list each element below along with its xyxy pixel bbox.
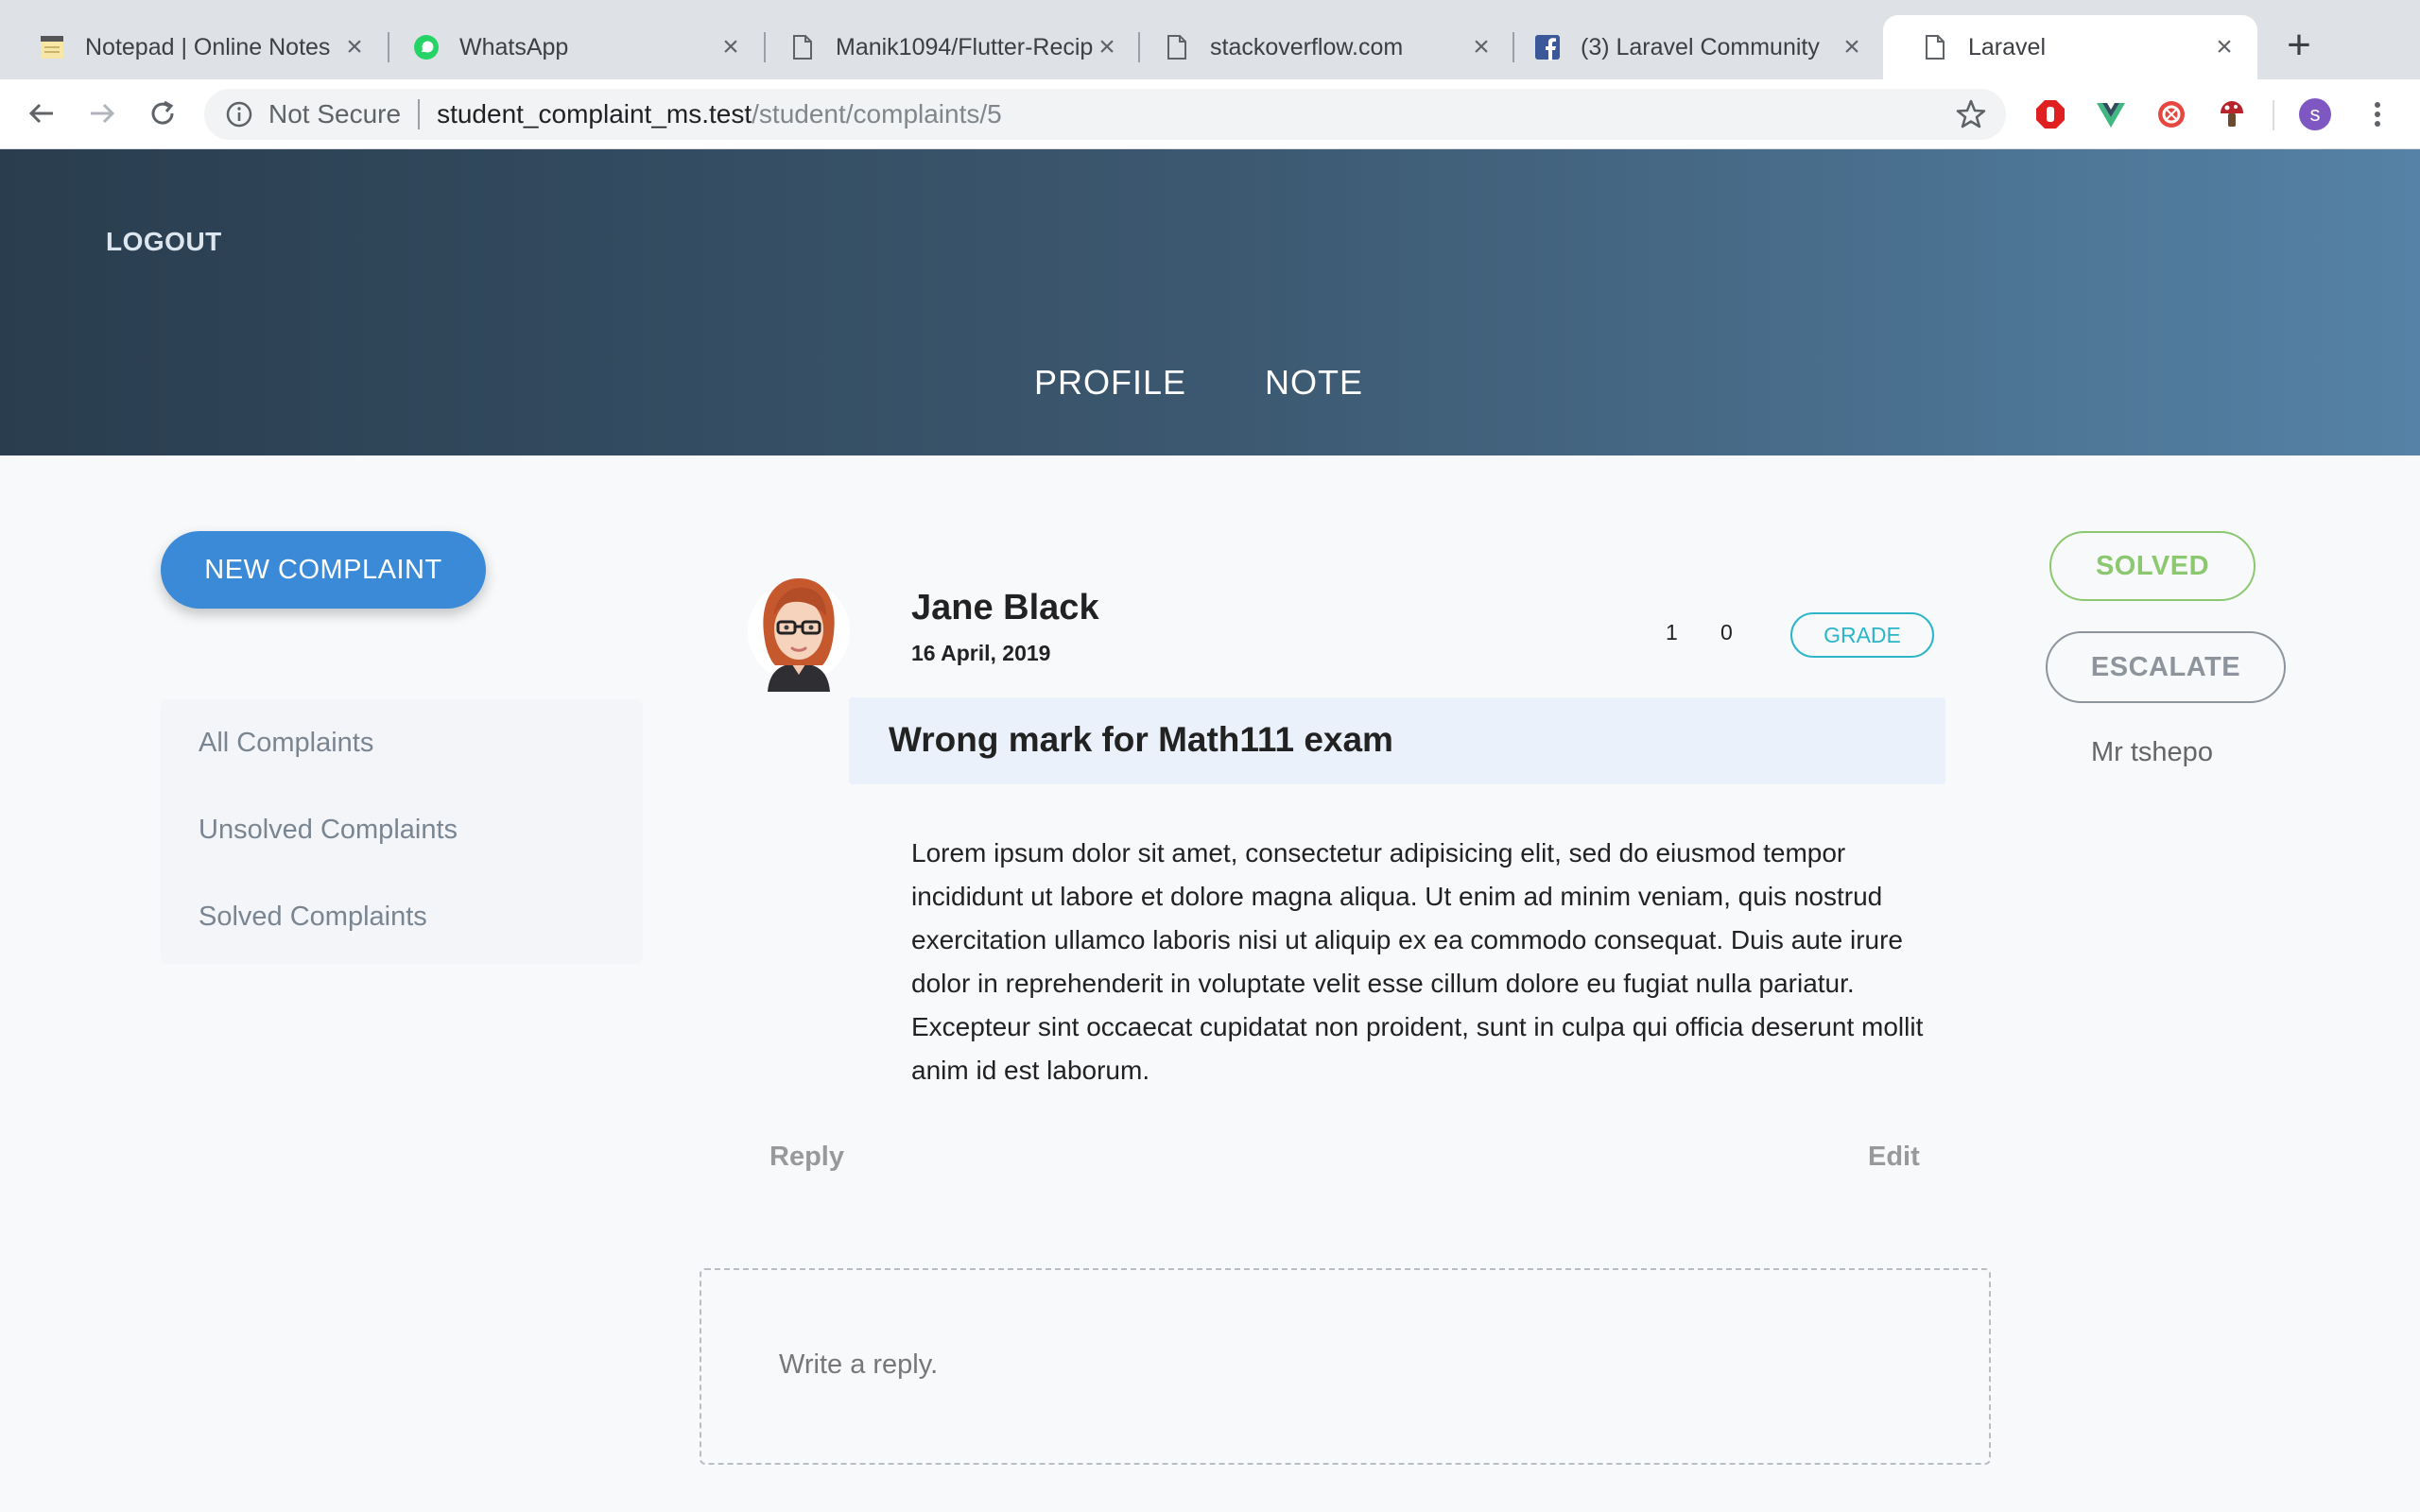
logout-link[interactable]: LOGOUT bbox=[106, 227, 222, 257]
nav-note[interactable]: NOTE bbox=[1265, 363, 1363, 403]
browser-toolbar: Not Secure student_complaint_ms.test /st… bbox=[0, 79, 2420, 149]
vue-devtools-extension-icon[interactable] bbox=[2095, 98, 2127, 130]
tab-title: Laravel bbox=[1968, 33, 2046, 60]
bookmark-star-icon[interactable] bbox=[1955, 98, 1987, 130]
complaint-body: Lorem ipsum dolor sit amet, consectetur … bbox=[911, 838, 1924, 1085]
tab-laravel[interactable]: Laravel × bbox=[1883, 15, 2257, 79]
info-icon[interactable] bbox=[225, 100, 253, 129]
security-label: Not Secure bbox=[268, 99, 402, 129]
grade-button[interactable]: GRADE bbox=[1790, 612, 1934, 658]
menu-icon[interactable] bbox=[2361, 98, 2394, 130]
reply-link[interactable]: Reply bbox=[769, 1142, 844, 1173]
tab-title: stackoverflow.com bbox=[1210, 33, 1404, 60]
url-host: student_complaint_ms.test bbox=[437, 99, 752, 129]
tab-facebook[interactable]: (3) Laravel Community × bbox=[1495, 15, 1885, 79]
back-button[interactable] bbox=[21, 93, 62, 134]
tab-title: Notepad | Online Notes bbox=[85, 33, 331, 60]
browser-tab-bar: Notepad | Online Notes × WhatsApp × Mani… bbox=[0, 0, 2420, 79]
tab-title: Manik1094/Flutter-Recipe bbox=[836, 33, 1093, 60]
assigned-staff-name: Mr tshepo bbox=[2091, 737, 2213, 767]
menu-item-solved-complaints[interactable]: Solved Complaints bbox=[199, 902, 427, 933]
menu-item-unsolved-complaints[interactable]: Unsolved Complaints bbox=[199, 815, 458, 846]
new-tab-button[interactable]: + bbox=[2278, 25, 2320, 68]
app-header: LOGOUT PROFILE NOTE bbox=[0, 149, 2420, 455]
url-path: /student/complaints/5 bbox=[752, 99, 1002, 129]
tab-github[interactable]: Manik1094/Flutter-Recipe × bbox=[751, 15, 1140, 79]
document-icon bbox=[1163, 33, 1191, 61]
close-icon[interactable]: × bbox=[1838, 33, 1866, 61]
tab-title: WhatsApp bbox=[459, 33, 569, 60]
reply-placeholder: Write a reply. bbox=[779, 1349, 939, 1380]
complaint-title-box: Wrong mark for Math111 exam bbox=[849, 697, 1945, 784]
toolbar-divider bbox=[2273, 100, 2274, 130]
tab-title: (3) Laravel Community bbox=[1581, 33, 1820, 60]
close-icon[interactable]: × bbox=[340, 33, 369, 61]
complaint-title: Wrong mark for Math111 exam bbox=[889, 720, 1393, 759]
reload-icon bbox=[151, 100, 174, 125]
notepad-icon bbox=[38, 33, 66, 61]
new-complaint-button[interactable]: NEW COMPLAINT bbox=[161, 531, 486, 609]
edit-link[interactable]: Edit bbox=[1868, 1142, 1920, 1173]
menu-item-all-complaints[interactable]: All Complaints bbox=[199, 728, 373, 759]
escalate-button[interactable]: ESCALATE bbox=[2046, 631, 2286, 703]
tab-stackoverflow[interactable]: stackoverflow.com × bbox=[1125, 15, 1514, 79]
complaint-author: Jane Black bbox=[911, 588, 1099, 627]
tab-whatsapp[interactable]: WhatsApp × bbox=[374, 15, 764, 79]
mushroom-extension-icon[interactable] bbox=[2216, 98, 2248, 130]
count-b: 0 bbox=[1720, 620, 1733, 644]
document-icon bbox=[1921, 33, 1949, 61]
arrow-right-icon bbox=[91, 103, 115, 124]
opera-extension-icon[interactable] bbox=[2155, 98, 2187, 130]
arrow-left-icon bbox=[28, 103, 53, 124]
adblock-extension-icon[interactable] bbox=[2034, 98, 2066, 130]
count-a: 1 bbox=[1666, 620, 1678, 644]
address-bar[interactable]: Not Secure student_complaint_ms.test /st… bbox=[204, 89, 2006, 140]
document-icon bbox=[788, 33, 817, 61]
complaint-date: 16 April, 2019 bbox=[911, 641, 1051, 665]
close-icon[interactable]: × bbox=[1467, 33, 1495, 61]
solved-button[interactable]: SOLVED bbox=[2049, 531, 2256, 601]
close-icon[interactable]: × bbox=[1093, 33, 1121, 61]
reply-input[interactable]: Write a reply. bbox=[700, 1268, 1991, 1465]
avatar bbox=[748, 578, 850, 692]
nav-profile[interactable]: PROFILE bbox=[1034, 363, 1186, 403]
close-icon[interactable]: × bbox=[717, 33, 745, 61]
close-icon[interactable]: × bbox=[2210, 33, 2238, 61]
facebook-icon bbox=[1533, 33, 1562, 61]
reload-button[interactable] bbox=[142, 93, 183, 134]
complaints-menu: All Complaints Unsolved Complaints Solve… bbox=[161, 699, 643, 964]
whatsapp-icon bbox=[412, 33, 441, 61]
forward-button[interactable] bbox=[81, 93, 123, 134]
omnibox-divider bbox=[418, 99, 421, 129]
profile-avatar[interactable]: s bbox=[2299, 98, 2331, 130]
tab-notepad[interactable]: Notepad | Online Notes × bbox=[0, 15, 388, 79]
